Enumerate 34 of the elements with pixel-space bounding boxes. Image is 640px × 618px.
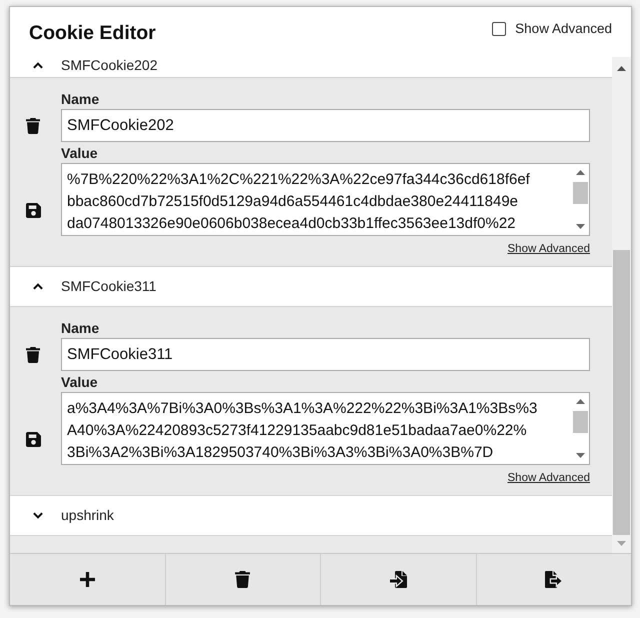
trash-icon[interactable] bbox=[26, 346, 40, 362]
name-label: Name bbox=[61, 319, 100, 338]
value-field[interactable]: %7B%220%22%3A1%2C%221%22%3A%22ce97fa344c36cd618f6ef bbac860cd7b72515f0d5129a94d6a554461c4dbdae380e24411849e da0748013326e90e0606b038ecea4d0cb33b1ffec3563ee13df0%22 bbox=[61, 163, 590, 236]
delete-all-button[interactable] bbox=[164, 554, 320, 605]
caret-up-icon[interactable] bbox=[576, 399, 585, 404]
file-arrow-out-icon bbox=[545, 571, 562, 588]
cookie-header[interactable]: SMFCookie311 bbox=[10, 266, 612, 307]
scrollbar[interactable] bbox=[612, 57, 631, 553]
caret-down-icon[interactable] bbox=[576, 224, 585, 229]
cookie-header[interactable]: upshrink bbox=[10, 495, 612, 536]
trash-icon[interactable] bbox=[26, 118, 40, 134]
file-arrow-in-icon bbox=[390, 571, 407, 588]
name-field[interactable]: SMFCookie311 bbox=[61, 338, 590, 371]
cookie-header[interactable]: SMFCookie202 bbox=[10, 57, 612, 78]
name-field[interactable]: SMFCookie202 bbox=[61, 109, 590, 142]
value-field[interactable]: a%3A4%3A%7Bi%3A0%3Bs%3A1%3A%222%22%3Bi%3A1%3Bs%3 A40%3A%22420893c5273f41229135aabc9d81e51badaa7ae0%22% 3Bi%3A2%3Bi%3A1829503740%3Bi%3A3%3Bi%3A0%3B%7D bbox=[61, 392, 590, 465]
show-advanced-link[interactable]: Show Advanced bbox=[508, 470, 590, 486]
scrollbar-thumb[interactable] bbox=[573, 411, 588, 433]
import-button[interactable] bbox=[320, 554, 476, 605]
plus-icon bbox=[80, 572, 95, 587]
caret-up-icon[interactable] bbox=[576, 170, 585, 175]
export-button[interactable] bbox=[476, 554, 631, 605]
value-label: Value bbox=[61, 144, 98, 163]
scrollbar-thumb[interactable] bbox=[573, 182, 588, 204]
trash-icon bbox=[235, 571, 250, 588]
popup-title: Cookie Editor bbox=[29, 21, 156, 45]
value-label: Value bbox=[61, 373, 98, 392]
show-advanced-label[interactable]: Show Advanced bbox=[515, 20, 612, 37]
show-advanced-link[interactable]: Show Advanced bbox=[508, 242, 590, 256]
scrollbar-thumb[interactable] bbox=[613, 250, 630, 535]
name-label: Name bbox=[61, 90, 100, 109]
checkbox[interactable] bbox=[492, 22, 506, 36]
caret-down-icon[interactable] bbox=[576, 453, 585, 458]
caret-up-icon[interactable] bbox=[617, 66, 626, 71]
